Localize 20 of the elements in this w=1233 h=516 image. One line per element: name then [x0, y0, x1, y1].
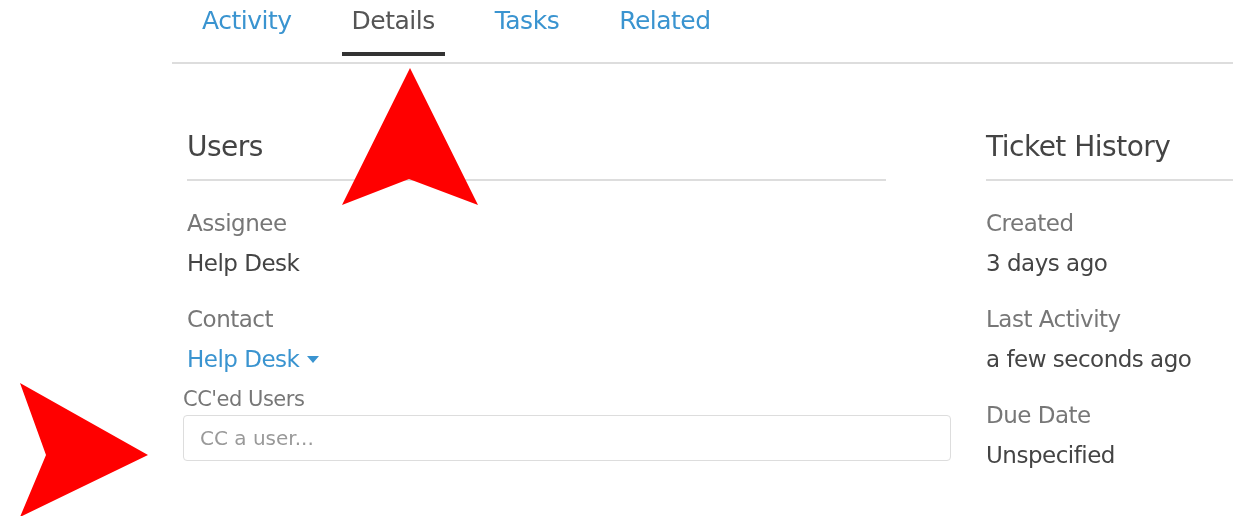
- pointer-arrow-icon: [20, 383, 148, 516]
- tab[interactable]: Details: [341, 0, 445, 56]
- field-value: Unspecified: [986, 441, 1115, 470]
- caret-icon[interactable]: [307, 355, 320, 363]
- field-value: 3 days ago: [986, 249, 1108, 278]
- field-value: a few seconds ago: [986, 345, 1192, 374]
- tab[interactable]: Related: [609, 0, 721, 56]
- field-label: CC'ed Users: [183, 386, 305, 413]
- section-title: Ticket History: [986, 130, 1233, 181]
- field-label: Contact: [187, 305, 273, 334]
- pointer-arrow-icon: [342, 68, 478, 205]
- tab[interactable]: Activity: [192, 0, 302, 56]
- field-label: Due Date: [986, 401, 1091, 430]
- field-label: Assignee: [187, 209, 287, 238]
- contact-link[interactable]: Help Desk: [187, 339, 300, 379]
- field-value: Help Desk: [187, 249, 300, 278]
- tab[interactable]: Tasks: [484, 0, 570, 56]
- cc-user-field[interactable]: CC a user...: [183, 415, 951, 461]
- field-label: Created: [986, 209, 1074, 238]
- field-label: Last Activity: [986, 305, 1121, 334]
